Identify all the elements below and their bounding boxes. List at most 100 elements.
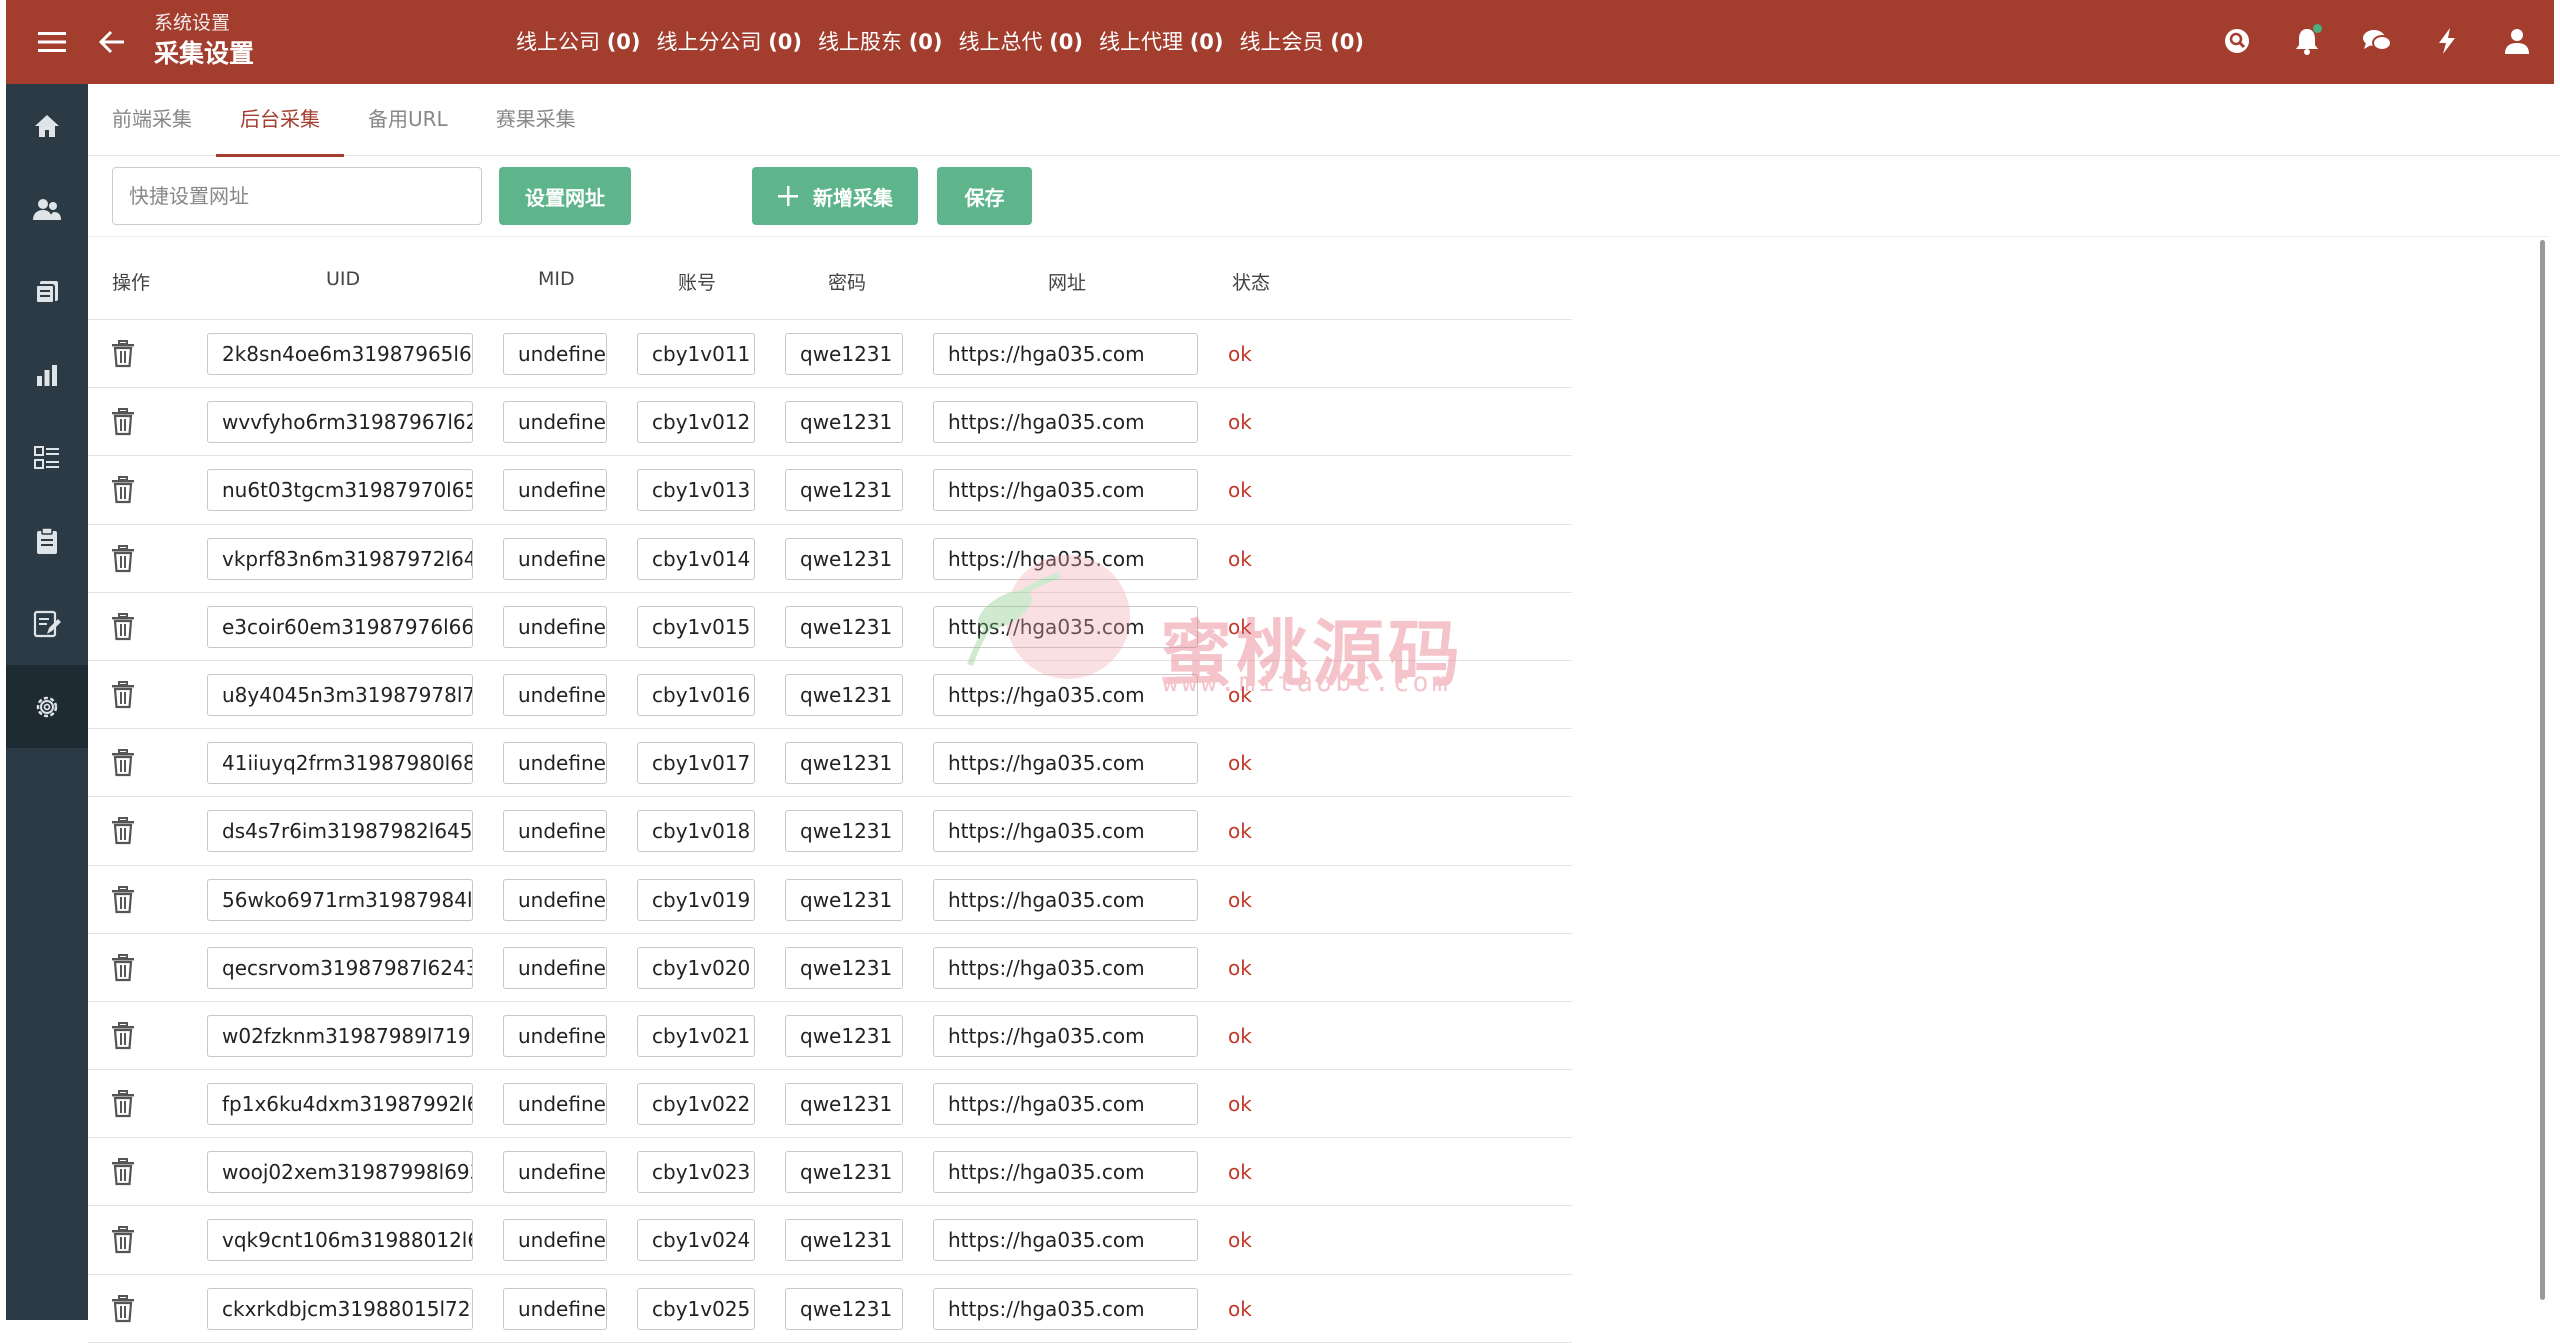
nav-online-stat[interactable]: 线上总代 (0) [959,26,1084,58]
chat-icon[interactable] [2356,20,2398,62]
trash-icon[interactable] [110,476,140,506]
url-field[interactable]: https://hga035.com [933,878,1198,921]
trash-icon[interactable] [110,749,140,779]
url-field[interactable]: https://hga035.com [933,1219,1198,1262]
nav-online-stat[interactable]: 线上会员 (0) [1240,26,1365,58]
password-field[interactable]: qwe1231 [785,878,903,921]
uid-field[interactable]: ds4s7r6im31987982l6451 [207,810,473,853]
url-field[interactable]: https://hga035.com [933,1287,1198,1330]
uid-field[interactable]: wooj02xem31987998l693 [207,1151,473,1194]
uid-field[interactable]: ckxrkdbjcm31988015l723 [207,1287,473,1330]
mid-field[interactable]: undefine [503,333,607,375]
sidebar-item-reports[interactable] [6,333,88,416]
url-field[interactable]: https://hga035.com [933,605,1198,648]
sidebar-item-clipboard[interactable] [6,499,88,582]
nav-online-stat[interactable]: 线上代理 (0) [1099,26,1224,58]
add-collection-button[interactable]: 新增采集 [752,167,918,225]
tab-0[interactable]: 前端采集 [112,84,216,155]
password-field[interactable]: qwe1231 [785,946,903,989]
uid-field[interactable]: 2k8sn4oe6m31987965l60 [207,333,473,375]
password-field[interactable]: qwe1231 [785,673,903,716]
url-field[interactable]: https://hga035.com [933,537,1198,580]
account-field[interactable]: cby1v013 [637,469,755,512]
mid-field[interactable]: undefine [503,1083,607,1126]
trash-icon[interactable] [110,340,140,370]
notification-bell-icon[interactable] [2286,20,2328,62]
sidebar-item-home[interactable] [6,84,88,167]
account-field[interactable]: cby1v025 [637,1287,755,1330]
uid-field[interactable]: wvvfyho6rm31987967l62 [207,401,473,444]
account-field[interactable]: cby1v018 [637,810,755,853]
account-field[interactable]: cby1v014 [637,537,755,580]
mid-field[interactable]: undefine [503,878,607,921]
password-field[interactable]: qwe1231 [785,810,903,853]
password-field[interactable]: qwe1231 [785,469,903,512]
tab-3[interactable]: 赛果采集 [472,84,600,155]
trash-icon[interactable] [110,1294,140,1325]
trash-icon[interactable] [110,1226,140,1256]
uid-field[interactable]: u8y4045n3m31987978l70 [207,673,473,716]
account-field[interactable]: cby1v023 [637,1151,755,1194]
uid-field[interactable]: w02fzknm31987989l7195 [207,1014,473,1057]
url-field[interactable]: https://hga035.com [933,1014,1198,1057]
mid-field[interactable]: undefine [503,946,607,989]
password-field[interactable]: qwe1231 [785,605,903,648]
url-field[interactable]: https://hga035.com [933,673,1198,716]
trash-icon[interactable] [110,1021,140,1052]
password-field[interactable]: qwe1231 [785,1151,903,1194]
url-field[interactable]: https://hga035.com [933,1151,1198,1194]
search-user-icon[interactable] [2216,20,2258,62]
quick-url-input[interactable] [112,167,482,225]
trash-icon[interactable] [110,953,140,984]
password-field[interactable]: qwe1231 [785,401,903,444]
trash-icon[interactable] [110,1090,140,1120]
uid-field[interactable]: vqk9cnt106m31988012l6 [207,1219,473,1262]
password-field[interactable]: qwe1231 [785,1219,903,1262]
url-field[interactable]: https://hga035.com [933,742,1198,785]
password-field[interactable]: qwe1231 [785,1083,903,1126]
trash-icon[interactable] [110,680,140,711]
menu-icon[interactable] [32,24,72,60]
url-field[interactable]: https://hga035.com [933,1083,1198,1126]
password-field[interactable]: qwe1231 [785,537,903,580]
nav-online-stat[interactable]: 线上股东 (0) [818,26,943,58]
set-url-button[interactable]: 设置网址 [499,167,631,225]
url-field[interactable]: https://hga035.com [933,401,1198,444]
mid-field[interactable]: undefine [503,810,607,853]
mid-field[interactable]: undefine [503,1014,607,1057]
mid-field[interactable]: undefine [503,469,607,512]
account-field[interactable]: cby1v019 [637,878,755,921]
uid-field[interactable]: 41iiuyq2frm31987980l687 [207,742,473,785]
sidebar-item-edit[interactable] [6,582,88,665]
account-field[interactable]: cby1v024 [637,1219,755,1262]
account-field[interactable]: cby1v011 [637,333,755,375]
uid-field[interactable]: 56wko6971rm31987984l6 [207,878,473,921]
uid-field[interactable]: e3coir60em31987976l660 [207,605,473,648]
tab-1[interactable]: 后台采集 [216,84,344,157]
url-field[interactable]: https://hga035.com [933,810,1198,853]
tab-2[interactable]: 备用URL [344,84,472,155]
flash-icon[interactable] [2426,20,2468,62]
account-field[interactable]: cby1v016 [637,673,755,716]
password-field[interactable]: qwe1231 [785,1287,903,1330]
mid-field[interactable]: undefine [503,537,607,580]
mid-field[interactable]: undefine [503,1287,607,1330]
mid-field[interactable]: undefine [503,605,607,648]
account-field[interactable]: cby1v020 [637,946,755,989]
nav-online-stat[interactable]: 线上公司 (0) [516,26,641,58]
mid-field[interactable]: undefine [503,673,607,716]
password-field[interactable]: qwe1231 [785,333,903,375]
save-button[interactable]: 保存 [937,167,1032,225]
account-field[interactable]: cby1v012 [637,401,755,444]
url-field[interactable]: https://hga035.com [933,333,1198,375]
account-field[interactable]: cby1v017 [637,742,755,785]
sidebar-item-documents[interactable] [6,250,88,333]
trash-icon[interactable] [110,408,140,438]
sidebar-item-list[interactable] [6,416,88,499]
vertical-scrollbar[interactable] [2540,240,2545,1300]
sidebar-item-settings[interactable] [6,665,88,748]
mid-field[interactable]: undefine [503,401,607,444]
uid-field[interactable]: nu6t03tgcm31987970l656 [207,469,473,512]
mid-field[interactable]: undefine [503,742,607,785]
sidebar-item-users[interactable] [6,167,88,250]
